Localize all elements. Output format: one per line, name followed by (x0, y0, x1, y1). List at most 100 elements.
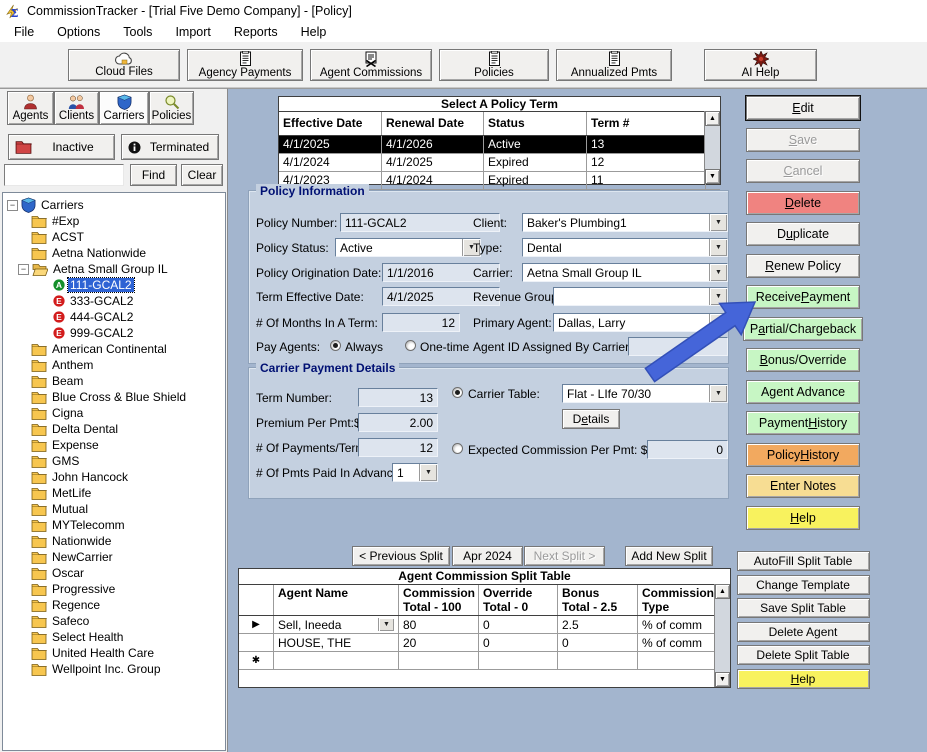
payment-history-button[interactable]: Payment History (746, 411, 860, 435)
split-cell[interactable] (638, 652, 716, 669)
tree-item-111-gcal2[interactable]: A111-GCAL2 (7, 277, 225, 293)
expected-commission-radio[interactable] (452, 443, 463, 454)
tree-item-american-continental[interactable]: American Continental (7, 341, 225, 357)
split-cell[interactable]: 2.5 (558, 616, 638, 633)
policy-status-select[interactable]: Active▼ (335, 238, 481, 257)
split-cell[interactable]: % of comm (638, 616, 716, 633)
toolbar-agency-payments[interactable]: Agency Payments (187, 49, 303, 81)
tree-item-wellpoint-inc-group[interactable]: Wellpoint Inc. Group (7, 661, 225, 677)
menu-item-import[interactable]: Import (171, 24, 214, 40)
tab-clients[interactable]: Clients (54, 91, 99, 125)
split-cell[interactable]: 80 (399, 616, 479, 633)
expected-commission-field[interactable]: 0 (647, 440, 728, 459)
agent-name-cell[interactable] (274, 652, 399, 669)
toolbar-cloud-files[interactable]: Cloud Files (68, 49, 180, 81)
enter-notes-button[interactable]: Enter Notes (746, 474, 860, 498)
split-cell[interactable]: 0 (479, 616, 558, 633)
previous-split-button[interactable]: < Previous Split (352, 546, 450, 566)
tree-item-999-gcal2[interactable]: E999-GCAL2 (7, 325, 225, 341)
tree-item-nationwide[interactable]: Nationwide (7, 533, 225, 549)
add-new-split-button[interactable]: Add New Split (625, 546, 713, 566)
terminated-button[interactable]: Terminated (121, 134, 219, 160)
delete-button[interactable]: Delete (746, 191, 860, 215)
tree-item-mytelecomm[interactable]: MYTelecomm (7, 517, 225, 533)
details-button[interactable]: Details (562, 409, 620, 429)
next-split-button[interactable]: Next Split > (524, 546, 605, 566)
tree-item-regence[interactable]: Regence (7, 597, 225, 613)
split-cell[interactable] (558, 652, 638, 669)
pay-always-radio[interactable] (330, 340, 341, 351)
tree-item-cigna[interactable]: Cigna (7, 405, 225, 421)
chevron-down-icon[interactable]: ▼ (419, 464, 437, 481)
tree-item-aetna-nationwide[interactable]: Aetna Nationwide (7, 245, 225, 261)
save-split-table-button[interactable]: Save Split Table (737, 598, 870, 618)
tree-item-mutual[interactable]: Mutual (7, 501, 225, 517)
agent-name-cell[interactable]: HOUSE, THE (274, 634, 399, 651)
tab-policies[interactable]: Policies (149, 91, 194, 125)
tree-item-progressive[interactable]: Progressive (7, 581, 225, 597)
split-cell[interactable]: 0 (479, 634, 558, 651)
type-select[interactable]: Dental▼ (522, 238, 728, 257)
scroll-up-icon[interactable]: ▲ (715, 584, 730, 599)
tree-item-john-hancock[interactable]: John Hancock (7, 469, 225, 485)
agent-name-cell[interactable]: Sell, Ineeda▼ (274, 616, 399, 633)
toolbar-policies[interactable]: Policies (439, 49, 549, 81)
pay-onetime-radio[interactable] (405, 340, 416, 351)
tree-item-blue-cross-blue-shield[interactable]: Blue Cross & Blue Shield (7, 389, 225, 405)
tree-item-metlife[interactable]: MetLife (7, 485, 225, 501)
tree-item-delta-dental[interactable]: Delta Dental (7, 421, 225, 437)
save-button[interactable]: Save (746, 128, 860, 152)
split-row[interactable]: ✱ (239, 652, 730, 670)
inactive-button[interactable]: Inactive (8, 134, 115, 160)
tree-item-beam[interactable]: Beam (7, 373, 225, 389)
menu-item-reports[interactable]: Reports (230, 24, 282, 40)
tree-item-newcarrier[interactable]: NewCarrier (7, 549, 225, 565)
collapse-icon[interactable]: − (18, 264, 29, 275)
tab-carriers[interactable]: Carriers (99, 91, 149, 125)
policy-history-button[interactable]: Policy History (746, 443, 860, 467)
clear-button[interactable]: Clear (181, 164, 223, 186)
chevron-down-icon[interactable]: ▼ (709, 239, 727, 256)
duplicate-button[interactable]: Duplicate (746, 222, 860, 246)
collapse-icon[interactable]: − (7, 200, 18, 211)
menu-item-file[interactable]: File (10, 24, 38, 40)
renew-policy-button[interactable]: Renew Policy (746, 254, 860, 278)
premium-per-pmt-field[interactable]: 2.00 (358, 413, 438, 432)
edit-button[interactable]: Edit (746, 96, 860, 120)
toolbar-agent-commissions[interactable]: Agent Commissions (310, 49, 432, 81)
find-button[interactable]: Find (130, 164, 177, 186)
tree-item-oscar[interactable]: Oscar (7, 565, 225, 581)
split-cell[interactable]: % of comm (638, 634, 716, 651)
tree-item-exp[interactable]: #Exp (7, 213, 225, 229)
delete-split-table-button[interactable]: Delete Split Table (737, 645, 870, 665)
chevron-down-icon[interactable]: ▼ (378, 618, 394, 631)
tree-item-united-health-care[interactable]: United Health Care (7, 645, 225, 661)
tree-item-acst[interactable]: ACST (7, 229, 225, 245)
menu-item-help[interactable]: Help (297, 24, 331, 40)
split-cell[interactable]: 20 (399, 634, 479, 651)
help-button[interactable]: Help (746, 506, 860, 530)
tree-item-anthem[interactable]: Anthem (7, 357, 225, 373)
toolbar-ai-help[interactable]: AI Help (704, 49, 817, 81)
split-cell[interactable] (479, 652, 558, 669)
term-row[interactable]: 4/1/20254/1/2026Active13 (279, 136, 720, 154)
search-input[interactable] (4, 164, 124, 186)
split-cell[interactable]: 0 (558, 634, 638, 651)
split-row[interactable]: ▶Sell, Ineeda▼8002.5% of comm (239, 616, 730, 634)
tree-item-safeco[interactable]: Safeco (7, 613, 225, 629)
tree-item-expense[interactable]: Expense (7, 437, 225, 453)
months-in-term-field[interactable]: 12 (382, 313, 460, 332)
pmts-in-advance-select[interactable]: 1▼ (392, 463, 438, 482)
menu-item-options[interactable]: Options (53, 24, 104, 40)
term-number-field[interactable]: 13 (358, 388, 438, 407)
chevron-down-icon[interactable]: ▼ (709, 214, 727, 231)
tree-item-gms[interactable]: GMS (7, 453, 225, 469)
client-select[interactable]: Baker's Plumbing1▼ (522, 213, 728, 232)
payments-per-term-field[interactable]: 12 (358, 438, 438, 457)
toolbar-annualized-pmts[interactable]: Annualized Pmts (556, 49, 672, 81)
tree-root[interactable]: −Carriers (7, 197, 225, 213)
chevron-down-icon[interactable]: ▼ (709, 264, 727, 281)
split-table-scrollbar[interactable]: ▲ ▼ (714, 584, 730, 687)
carrier-table-radio[interactable] (452, 387, 463, 398)
policy-term-scrollbar[interactable]: ▲ ▼ (704, 111, 720, 184)
